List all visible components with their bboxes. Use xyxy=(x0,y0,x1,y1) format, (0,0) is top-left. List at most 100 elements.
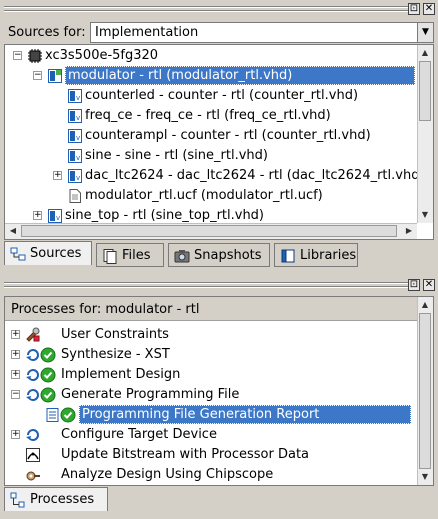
process-tree-item[interactable]: + User Constraints xyxy=(5,325,417,345)
source-tree-label: modulator - rtl (modulator_rtl.vhd) xyxy=(65,66,415,85)
processes-tree: Processes for: modulator - rtl + User Con… xyxy=(4,296,434,486)
source-tree-label: modulator_rtl.ucf (modulator_rtl.ucf) xyxy=(85,188,323,203)
bitstream-icon xyxy=(25,447,41,463)
tab-label: Snapshots xyxy=(194,248,262,263)
processes-close-button[interactable]: ✕ xyxy=(423,279,435,291)
sources-for-row: Sources for: Implementation ▼ xyxy=(4,22,434,44)
chipscope-icon xyxy=(25,467,41,483)
source-tree-label: dac_ltc2624 - dac_ltc2624 - rtl (dac_ltc… xyxy=(85,168,425,183)
sources-for-label: Sources for: xyxy=(8,25,86,40)
tab-label: Libraries xyxy=(300,248,357,263)
collapse-icon[interactable]: − xyxy=(13,51,22,60)
process-tree-item[interactable]: Update Bitstream with Processor Data xyxy=(5,445,417,465)
source-tree-label: counterled - counter - rtl (counter_rtl.… xyxy=(85,88,359,103)
sources-tree: − xc3s500e-5fg320− modulator - rtl (modula… xyxy=(4,44,434,240)
scroll-left-icon[interactable]: ◀ xyxy=(6,224,20,238)
tab-libraries[interactable]: Libraries xyxy=(274,243,358,267)
svg-text:v: v xyxy=(76,134,80,142)
svg-text:v: v xyxy=(76,154,80,162)
source-tree-label: xc3s500e-5fg320 xyxy=(45,48,159,63)
tab-sources[interactable]: Sources xyxy=(4,241,92,265)
process-tree-item[interactable]: Programming File Generation Report xyxy=(5,405,417,425)
source-tree-item[interactable]: v sine - sine - rtl (sine_rtl.vhd) xyxy=(5,146,417,166)
expand-icon[interactable]: + xyxy=(11,430,20,439)
process-tree-label: Implement Design xyxy=(61,367,181,382)
scroll-up-icon[interactable]: ▲ xyxy=(418,298,432,312)
expand-icon[interactable]: + xyxy=(11,330,20,339)
process-tree-item[interactable]: − Generate Programming File xyxy=(5,385,417,405)
process-tree-item[interactable]: + Synthesize - XST xyxy=(5,345,417,365)
snapshots-icon xyxy=(174,248,190,264)
process-tree-label: Update Bitstream with Processor Data xyxy=(61,447,310,462)
collapse-icon[interactable]: − xyxy=(11,390,20,399)
source-tree-label: freq_ce - freq_ce - rtl (freq_ce_rtl.vhd… xyxy=(85,108,331,123)
sources-horizontal-scrollbar[interactable]: ◀ ▶ xyxy=(5,223,417,239)
expand-icon[interactable]: + xyxy=(11,370,20,379)
processes-header-label: Processes for: modulator - rtl xyxy=(11,302,200,317)
tab-snapshots[interactable]: Snapshots xyxy=(168,243,270,267)
sources-close-button[interactable]: ✕ xyxy=(423,3,435,15)
source-tree-item[interactable]: − xc3s500e-5fg320 xyxy=(5,46,417,66)
process-tree-label: User Constraints xyxy=(61,327,169,342)
processes-vertical-scrollbar[interactable]: ▲ ▼ xyxy=(417,297,433,485)
source-tree-item[interactable]: v freq_ce - freq_ce - rtl (freq_ce_rtl.vh… xyxy=(5,106,417,126)
processes-pane-titlebar: ⊡ ✕ xyxy=(0,278,438,292)
run-ok-icon xyxy=(25,347,57,363)
expand-icon[interactable]: + xyxy=(33,211,42,220)
scroll-thumb[interactable] xyxy=(419,61,431,121)
tab-files[interactable]: Files xyxy=(96,243,164,267)
scroll-up-icon[interactable]: ▲ xyxy=(418,46,432,60)
source-tree-item[interactable]: modulator_rtl.ucf (modulator_rtl.ucf) xyxy=(5,186,417,206)
process-tree-label: Generate Programming File xyxy=(61,387,240,402)
source-tree-item[interactable]: − modulator - rtl (modulator_rtl.vhd) xyxy=(5,66,417,86)
scroll-thumb[interactable] xyxy=(419,313,431,469)
process-tree-item[interactable]: + Configure Target Device xyxy=(5,425,417,445)
source-tree-item[interactable]: v counterampl - counter - rtl (counter_rt… xyxy=(5,126,417,146)
svg-text:v: v xyxy=(56,214,60,222)
process-tree-label: Programming File Generation Report xyxy=(79,405,411,424)
device-icon xyxy=(27,48,43,64)
source-tree-label: sine - sine - rtl (sine_rtl.vhd) xyxy=(85,148,268,163)
expand-icon[interactable]: + xyxy=(11,350,20,359)
collapse-icon[interactable]: − xyxy=(33,71,42,80)
ucf-file-icon xyxy=(67,188,83,204)
tab-processes[interactable]: Processes xyxy=(4,487,108,511)
svg-text:v: v xyxy=(76,174,80,182)
chevron-down-icon[interactable]: ▼ xyxy=(417,23,433,42)
tools-icon xyxy=(25,327,41,343)
vhdl-file-icon: v xyxy=(67,148,83,164)
processes-icon xyxy=(10,492,26,508)
svg-text:v: v xyxy=(76,114,80,122)
processes-float-button[interactable]: ⊡ xyxy=(408,279,420,291)
scroll-down-icon[interactable]: ▼ xyxy=(418,470,432,484)
source-tree-item[interactable]: v counterled - counter - rtl (counter_rtl… xyxy=(5,86,417,106)
sources-icon xyxy=(10,246,26,262)
vhdl-file-icon: v xyxy=(67,88,83,104)
process-tree-label: Analyze Design Using Chipscope xyxy=(61,467,274,482)
tab-label: Files xyxy=(122,248,151,263)
sources-for-value: Implementation xyxy=(95,25,199,40)
sources-float-button[interactable]: ⊡ xyxy=(408,3,420,15)
run-ok-icon xyxy=(25,367,57,383)
sources-pane-titlebar: ⊡ ✕ xyxy=(0,2,438,16)
source-tree-item[interactable]: + v dac_ltc2624 - dac_ltc2624 - rtl (dac_l… xyxy=(5,166,425,186)
run-icon xyxy=(25,427,41,443)
vhdl-file-icon: v xyxy=(67,128,83,144)
vhdl-top-module-icon xyxy=(47,68,63,84)
process-tree-item[interactable]: Analyze Design Using Chipscope xyxy=(5,465,417,485)
vhdl-file-icon: v xyxy=(67,108,83,124)
libraries-icon xyxy=(280,248,296,264)
process-tree-item[interactable]: + Implement Design xyxy=(5,365,417,385)
tab-label: Processes xyxy=(30,492,95,507)
scroll-right-icon[interactable]: ▶ xyxy=(402,224,416,238)
source-tree-label: sine_top - rtl (sine_top_rtl.vhd) xyxy=(65,208,265,223)
processes-header: Processes for: modulator - rtl xyxy=(5,297,417,321)
tab-label: Sources xyxy=(30,246,82,261)
process-tree-label: Synthesize - XST xyxy=(61,347,170,362)
vhdl-file-icon: v xyxy=(47,208,63,224)
sources-for-select[interactable]: Implementation ▼ xyxy=(90,22,434,43)
sources-vertical-scrollbar[interactable]: ▲ ▼ xyxy=(417,45,433,223)
scroll-thumb-horizontal[interactable] xyxy=(21,225,397,237)
expand-icon[interactable]: + xyxy=(53,171,62,180)
scroll-down-icon[interactable]: ▼ xyxy=(418,208,432,222)
